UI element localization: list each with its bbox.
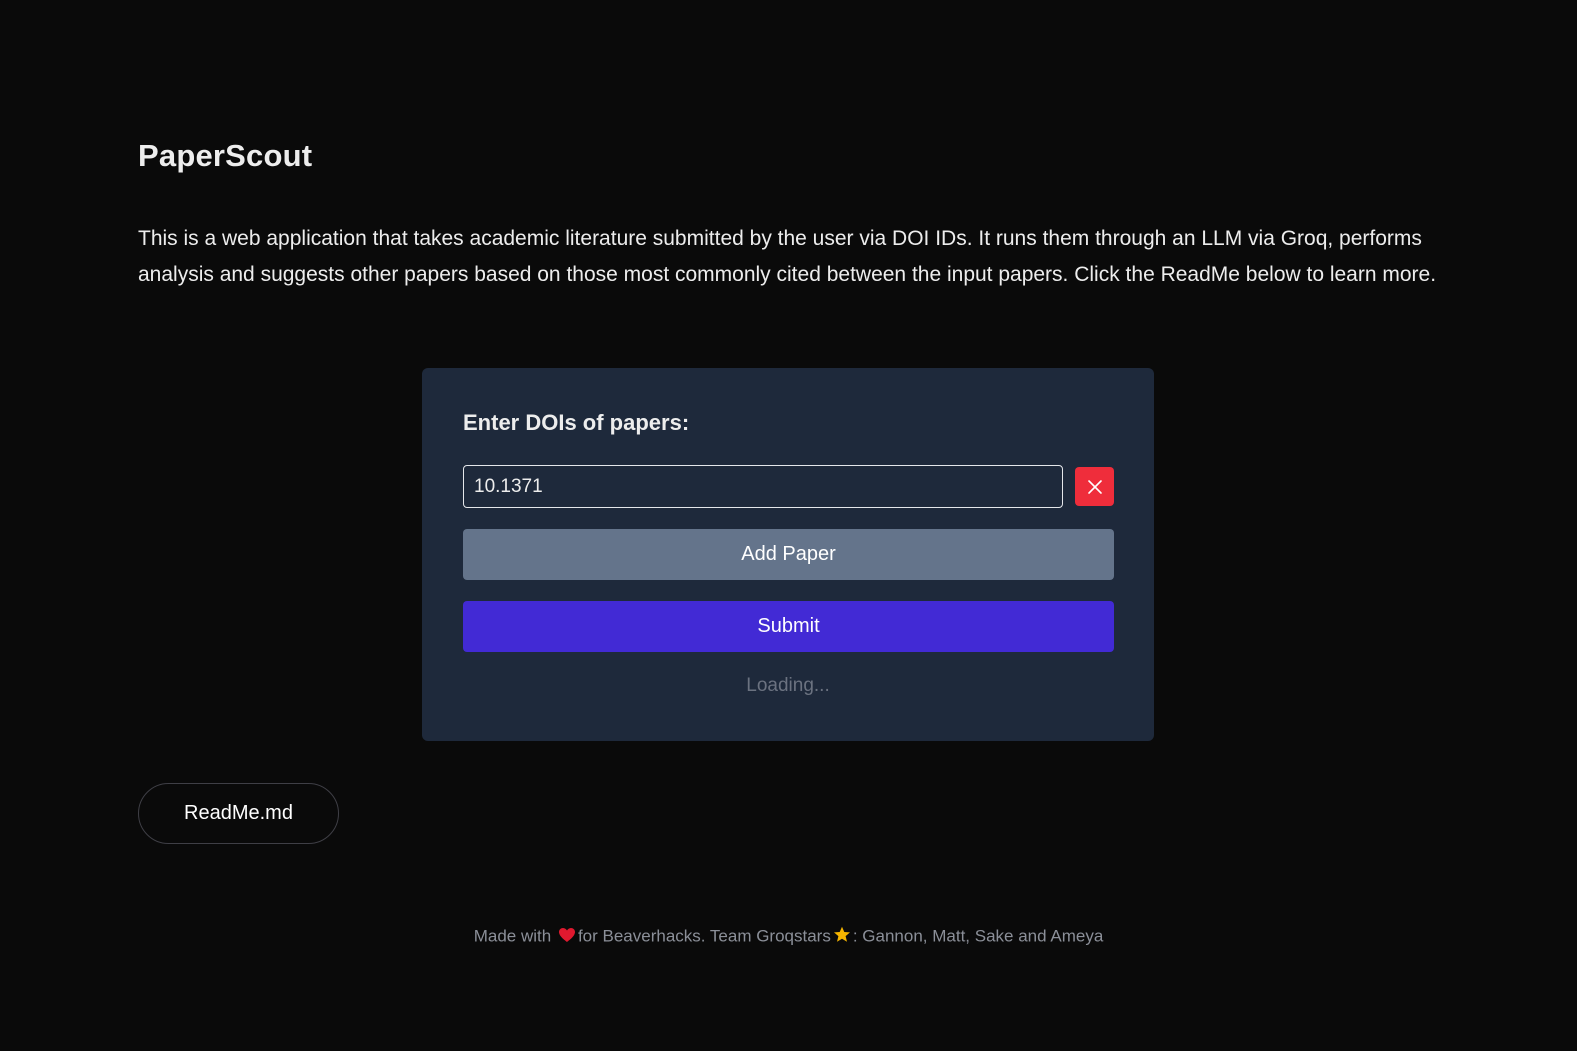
readme-button[interactable]: ReadMe.md [138,783,339,844]
doi-form-card: Enter DOIs of papers: Add Paper Submit L… [422,368,1154,741]
star-icon [833,926,851,948]
app-description: This is a web application that takes aca… [138,227,1437,286]
page-title: PaperScout [138,138,313,173]
footer: Made with for Beaverhacks. Team Groqstar… [0,926,1577,948]
remove-doi-button[interactable] [1075,467,1114,506]
footer-text-members: : Gannon, Matt, Sake and Ameya [852,926,1104,946]
close-icon [1087,479,1103,495]
footer-text-team: for Beaverhacks. Team Groqstars [577,926,831,946]
footer-text-made-with: Made with [473,926,552,946]
heart-icon [558,927,576,948]
page: PaperScout This is a web application tha… [0,0,1577,1051]
doi-form-label: Enter DOIs of papers: [463,410,690,435]
doi-input[interactable] [463,465,1063,508]
add-paper-button[interactable]: Add Paper [463,529,1114,580]
loading-status: Loading... [746,675,830,696]
submit-button[interactable]: Submit [463,601,1114,652]
